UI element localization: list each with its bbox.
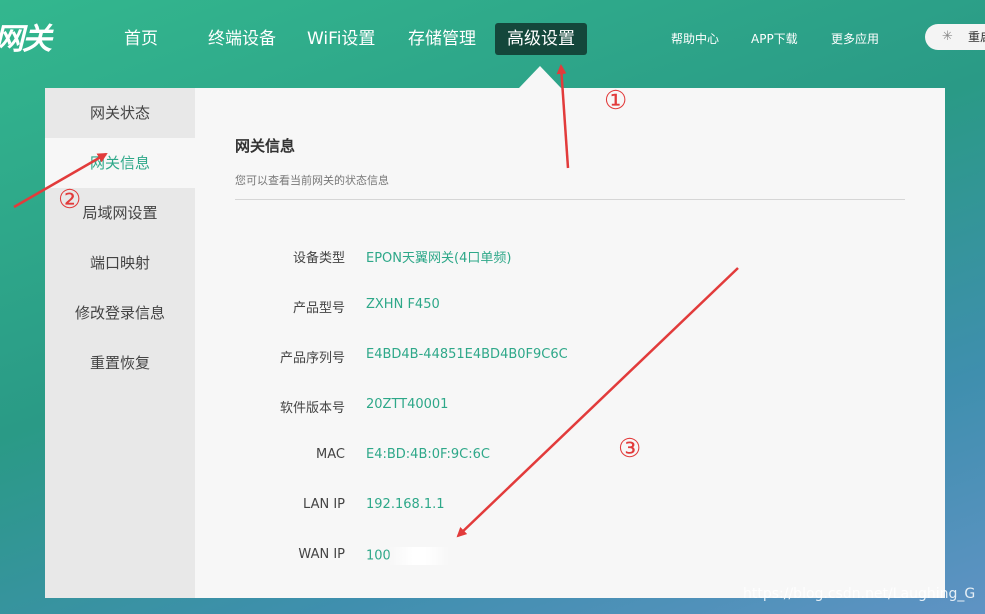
watermark: https://blog.csdn.net/Laughing_G (743, 586, 976, 602)
annotation-arrows (13, 64, 739, 538)
annotation-number-2: ② (58, 185, 82, 215)
annotation-number-1: ① (604, 86, 628, 116)
annotation-number-3: ③ (618, 434, 642, 464)
annotation-arrow-1 (556, 64, 570, 169)
annotation-arrow-3 (456, 267, 739, 538)
